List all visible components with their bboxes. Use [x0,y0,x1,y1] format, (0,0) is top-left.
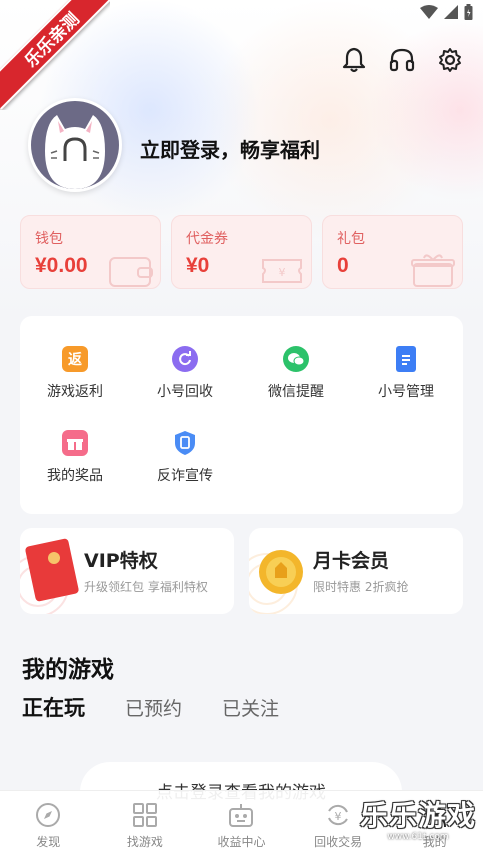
vip-title: VIP特权 [84,550,158,572]
menu-item-game-rebate[interactable]: 返 游戏返利 [20,346,130,401]
site-watermark: 乐乐游戏 www.61t.com [359,794,477,854]
ribbon-badge: 乐乐亲测 [0,0,110,110]
wallet-card[interactable]: 钱包 ¥0.00 [20,215,161,289]
giftpack-card[interactable]: 礼包 0 [322,215,463,289]
my-games-tabs: 正在玩 已预约 已关注 [22,692,279,722]
gift-box-icon [411,254,455,287]
nav-item-earnings[interactable]: 收益中心 [193,791,290,858]
menu-label: 微信提醒 [268,384,324,400]
gold-coin-icon [249,550,303,614]
recycle-icon [172,346,198,372]
avatar[interactable] [28,98,122,192]
robot-icon [227,801,255,829]
monthly-card-promo[interactable]: 月卡会员 限时特惠 2折疯抢 [249,528,463,614]
tab-playing[interactable]: 正在玩 [22,692,85,722]
coupon-card[interactable]: 代金券 ¥0 ¥ [171,215,312,289]
coupon-label: 代金券 [186,231,228,247]
wifi-icon [420,5,438,19]
tab-followed[interactable]: 已关注 [222,694,279,721]
menu-label: 我的奖品 [47,468,103,484]
bell-icon[interactable] [341,46,367,74]
menu-item-account-manage[interactable]: 小号管理 [351,346,461,401]
clipboard-icon [396,346,416,372]
svg-text:¥: ¥ [279,266,286,279]
monthly-card-title: 月卡会员 [313,550,390,572]
menu-item-anti-fraud[interactable]: 反诈宣传 [130,430,240,485]
nav-label: 找游戏 [126,835,163,849]
menu-label: 反诈宣传 [157,468,213,484]
menu-label: 小号管理 [378,384,434,400]
ribbon-text: 乐乐亲测 [0,0,110,110]
exchange-icon: ¥ [324,801,352,829]
compass-icon [34,801,62,829]
nav-label: 收益中心 [217,835,266,849]
nav-item-find-games[interactable]: 找游戏 [97,791,194,858]
coupon-icon: ¥ [262,259,302,283]
feature-menu: 返 游戏返利 小号回收 微信提醒 小号管理 我的奖品 反诈宣传 [20,316,463,514]
nav-label: 发现 [36,835,61,849]
vip-promo-card[interactable]: VIP特权 升级领红包 享福利特权 [20,528,234,614]
monthly-card-subtitle: 限时特惠 2折疯抢 [313,580,409,594]
signal-icon [444,5,458,19]
rebate-icon: 返 [62,346,88,372]
asset-cards: 钱包 ¥0.00 代金券 ¥0 ¥ 礼包 0 [20,215,463,289]
headset-icon[interactable] [389,46,415,74]
status-bar [420,4,473,20]
wallet-icon [109,257,153,287]
header-actions [341,46,463,74]
login-prompt[interactable]: 立即登录，畅享福利 [140,134,320,163]
cat-avatar-icon [45,115,105,189]
svg-text:¥: ¥ [335,810,342,823]
vip-subtitle: 升级领红包 享福利特权 [84,580,208,594]
shield-icon [172,430,198,456]
menu-item-my-prizes[interactable]: 我的奖品 [20,430,130,485]
menu-item-account-recycle[interactable]: 小号回收 [130,346,240,401]
my-games-title: 我的游戏 [22,657,114,683]
menu-label: 小号回收 [157,384,213,400]
red-envelope-icon [20,538,79,614]
gear-icon[interactable] [437,46,463,74]
nav-item-discover[interactable]: 发现 [0,791,97,858]
watermark-text: 乐乐游戏 [359,799,476,832]
wechat-icon [283,346,309,372]
menu-label: 游戏返利 [47,384,103,400]
grid-icon [131,801,159,829]
wallet-label: 钱包 [35,231,63,247]
menu-item-wechat-reminder[interactable]: 微信提醒 [241,346,351,401]
tab-reserved[interactable]: 已预约 [125,694,182,721]
battery-icon [464,4,473,20]
prize-icon [62,430,88,456]
giftpack-label: 礼包 [337,231,365,247]
